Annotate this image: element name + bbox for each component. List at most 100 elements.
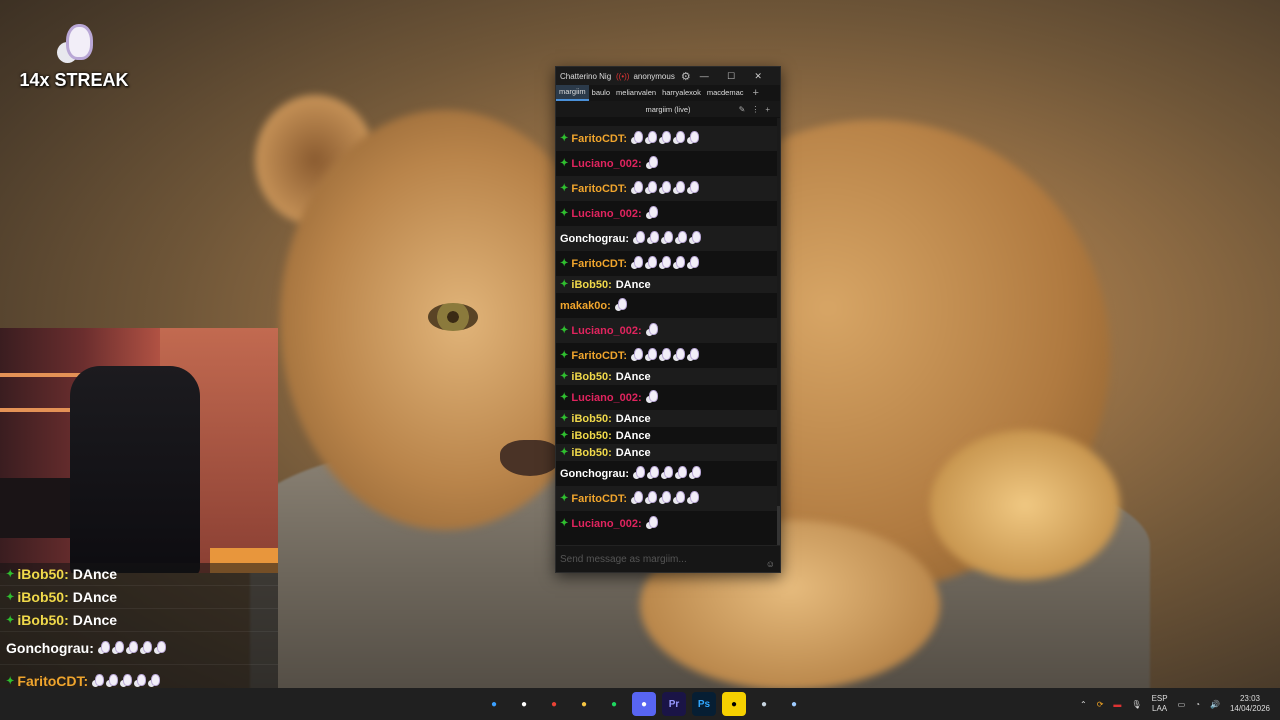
chat-username[interactable]: Gonchograu: xyxy=(560,468,629,480)
sub-badge-icon[interactable]: ✦ xyxy=(560,279,568,290)
sub-badge-icon[interactable]: ✦ xyxy=(560,325,568,336)
chat-username[interactable]: iBob50: xyxy=(571,430,611,442)
cat-emote-icon[interactable] xyxy=(658,349,670,362)
cat-emote-icon[interactable] xyxy=(644,257,656,270)
chat-username[interactable]: iBob50: xyxy=(17,566,68,582)
chat-username[interactable]: FaritoCDT: xyxy=(571,493,627,505)
emote-picker-icon[interactable]: ☺ xyxy=(766,559,775,569)
tab-baulo[interactable]: baulo xyxy=(589,85,613,101)
cat-emote-icon[interactable] xyxy=(644,492,656,505)
chat-message[interactable]: ✦ FaritoCDT: xyxy=(556,126,780,151)
chat-message[interactable]: ✦ FaritoCDT: xyxy=(556,343,780,368)
sub-badge-icon[interactable]: ✦ xyxy=(560,413,568,424)
chat-message[interactable]: ✦ Luciano_002: xyxy=(556,201,780,226)
network-icon[interactable]: ◔ xyxy=(1195,700,1200,709)
window-titlebar[interactable]: Chatterino Nig ((•)) anonymous ⚙ — ☐ ✕ xyxy=(556,67,780,85)
cat-emote-icon[interactable] xyxy=(614,299,626,312)
cat-emote-icon[interactable] xyxy=(686,132,698,145)
microphone-icon[interactable]: 🎙 xyxy=(1131,700,1141,709)
chat-scrollbar[interactable] xyxy=(777,118,780,546)
chatterino-icon[interactable]: ● xyxy=(782,692,806,716)
chat-message[interactable]: Gonchograu: xyxy=(556,461,780,486)
cat-emote-icon[interactable] xyxy=(645,391,657,404)
cat-emote-icon[interactable] xyxy=(125,641,137,655)
photoshop-icon[interactable]: Ps xyxy=(692,692,716,716)
sub-badge-icon[interactable]: ✦ xyxy=(560,430,568,441)
chat-message[interactable]: ✦ Luciano_002: xyxy=(556,511,780,536)
chat-message[interactable]: ✦ iBob50: DAnce xyxy=(556,276,780,293)
sub-badge-icon[interactable]: ✦ xyxy=(560,392,568,403)
cat-emote-icon[interactable] xyxy=(630,257,642,270)
chat-message[interactable]: makak0o: xyxy=(556,293,780,318)
sub-badge-icon[interactable]: ✦ xyxy=(6,569,14,580)
cat-emote-icon[interactable] xyxy=(139,641,151,655)
cat-emote-icon[interactable] xyxy=(672,492,684,505)
chat-message[interactable]: ✦ iBob50: DAnce xyxy=(556,444,780,461)
chatterino-window[interactable]: Chatterino Nig ((•)) anonymous ⚙ — ☐ ✕ m… xyxy=(555,66,781,573)
chat-username[interactable]: Luciano_002: xyxy=(571,392,641,404)
volume-icon[interactable]: 🔊 xyxy=(1210,700,1220,709)
spotify-icon[interactable]: ● xyxy=(602,692,626,716)
sub-badge-icon[interactable]: ✦ xyxy=(560,350,568,361)
message-input[interactable]: Send message as margiim... ☺ xyxy=(556,545,780,572)
cat-emote-icon[interactable] xyxy=(672,132,684,145)
display-icon[interactable]: ▭ xyxy=(1178,700,1186,709)
chat-username[interactable]: FaritoCDT: xyxy=(17,673,88,688)
sub-badge-icon[interactable]: ✦ xyxy=(560,158,568,169)
edit-icon[interactable]: ✎ xyxy=(739,105,752,114)
cat-emote-icon[interactable] xyxy=(646,467,659,480)
cat-emote-icon[interactable] xyxy=(91,674,104,688)
chat-messages[interactable]: ✦ FaritoCDT: ✦ Luciano_002: ✦ FaritoCDT: ✦ Luci… xyxy=(556,118,780,546)
chat-message[interactable]: ✦ Luciano_002: xyxy=(556,151,780,176)
cat-emote-icon[interactable] xyxy=(632,467,645,480)
sub-badge-icon[interactable]: ✦ xyxy=(560,133,568,144)
chat-message[interactable]: ✦ iBob50: DAnce xyxy=(556,368,780,385)
chat-username[interactable]: Luciano_002: xyxy=(571,518,641,530)
scrollbar-thumb[interactable] xyxy=(777,506,780,546)
cat-emote-icon[interactable] xyxy=(630,349,642,362)
add-split-icon[interactable]: + xyxy=(765,105,776,114)
cat-emote-icon[interactable] xyxy=(688,232,701,245)
cat-emote-icon[interactable] xyxy=(660,467,673,480)
chrome-icon[interactable]: ● xyxy=(542,692,566,716)
chat-username[interactable]: FaritoCDT: xyxy=(571,258,627,270)
premiere-icon[interactable]: Pr xyxy=(662,692,686,716)
cat-emote-icon[interactable] xyxy=(660,232,673,245)
chat-username[interactable]: Gonchograu: xyxy=(6,640,94,656)
more-icon[interactable]: ⋮ xyxy=(751,105,765,114)
chat-username[interactable]: iBob50: xyxy=(17,612,68,628)
chat-message[interactable]: ✦ iBob50: DAnce xyxy=(556,427,780,444)
cat-emote-icon[interactable] xyxy=(147,674,160,688)
cat-emote-icon[interactable] xyxy=(644,132,656,145)
chat-message[interactable]: ✦ iBob50: DAnce xyxy=(556,410,780,427)
tab-margiim[interactable]: margiim xyxy=(556,85,589,101)
sub-badge-icon[interactable]: ✦ xyxy=(560,518,568,529)
flag-icon[interactable]: ▬ xyxy=(1113,700,1121,709)
file-explorer-icon[interactable]: ● xyxy=(572,692,596,716)
tab-macdemac[interactable]: macdemac xyxy=(704,85,747,101)
sticky-notes-icon[interactable]: ● xyxy=(722,692,746,716)
add-tab-button[interactable]: + xyxy=(747,85,765,101)
chat-message[interactable]: Gonchograu: xyxy=(556,226,780,251)
chat-username[interactable]: FaritoCDT: xyxy=(571,133,627,145)
cat-emote-icon[interactable] xyxy=(672,182,684,195)
chat-username[interactable]: FaritoCDT: xyxy=(571,183,627,195)
sub-badge-icon[interactable]: ✦ xyxy=(560,447,568,458)
sub-badge-icon[interactable]: ✦ xyxy=(560,208,568,219)
language-indicator[interactable]: ESP LAA xyxy=(1152,694,1168,714)
cat-emote-icon[interactable] xyxy=(153,641,165,655)
sub-badge-icon[interactable]: ✦ xyxy=(560,183,568,194)
tab-melianvalen[interactable]: melianvalen xyxy=(613,85,659,101)
cat-emote-icon[interactable] xyxy=(672,349,684,362)
discord-icon[interactable]: ● xyxy=(632,692,656,716)
chat-username[interactable]: FaritoCDT: xyxy=(571,350,627,362)
cat-emote-icon[interactable] xyxy=(119,674,132,688)
cat-emote-icon[interactable] xyxy=(630,492,642,505)
cat-emote-icon[interactable] xyxy=(686,182,698,195)
cat-emote-icon[interactable] xyxy=(97,641,109,655)
cat-emote-icon[interactable] xyxy=(658,492,670,505)
chat-username[interactable]: Luciano_002: xyxy=(571,208,641,220)
cat-emote-icon[interactable] xyxy=(686,349,698,362)
chat-username[interactable]: Luciano_002: xyxy=(571,158,641,170)
gear-icon[interactable]: ⚙ xyxy=(681,70,691,83)
